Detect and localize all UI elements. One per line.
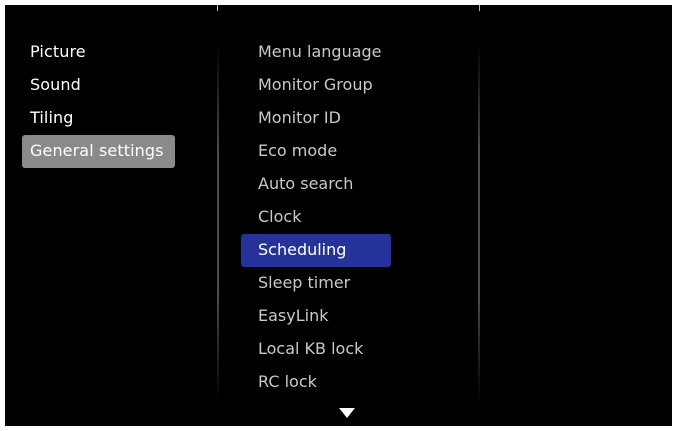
submenu-item-local-kb-lock[interactable]: Local KB lock [241,333,391,366]
down-arrow-icon[interactable] [339,408,355,418]
submenu-item-auto-search[interactable]: Auto search [241,168,391,201]
column-marker [217,5,218,11]
general-settings-submenu: Menu language Monitor Group Monitor ID E… [241,36,391,399]
submenu-item-sleep-timer[interactable]: Sleep timer [241,267,391,300]
submenu-item-easylink[interactable]: EasyLink [241,300,391,333]
submenu-item-rc-lock[interactable]: RC lock [241,366,391,399]
submenu-item-scheduling[interactable]: Scheduling [241,234,391,267]
main-menu: Picture Sound Tiling General settings [22,36,177,168]
submenu-item-menu-language[interactable]: Menu language [241,36,391,69]
submenu-item-clock[interactable]: Clock [241,201,391,234]
menu-item-picture[interactable]: Picture [22,36,177,69]
column-divider [478,43,480,403]
submenu-item-eco-mode[interactable]: Eco mode [241,135,391,168]
submenu-item-monitor-group[interactable]: Monitor Group [241,69,391,102]
menu-item-sound[interactable]: Sound [22,69,177,102]
column-divider [217,43,219,403]
menu-item-tiling[interactable]: Tiling [22,102,177,135]
submenu-item-monitor-id[interactable]: Monitor ID [241,102,391,135]
column-marker [479,5,480,11]
settings-screen: Picture Sound Tiling General settings Me… [5,5,672,426]
menu-item-general-settings[interactable]: General settings [22,135,175,168]
